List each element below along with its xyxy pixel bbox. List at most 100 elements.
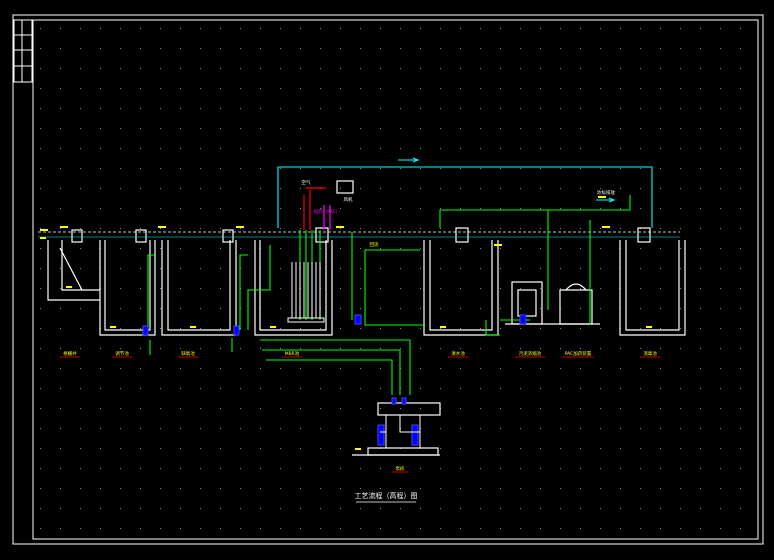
grid-dot: [400, 228, 401, 229]
grid-dot: [680, 308, 681, 309]
grid-dot: [280, 248, 281, 249]
grid-dot: [740, 408, 741, 409]
grid-dot: [660, 348, 661, 349]
grid-dot: [420, 108, 421, 109]
grid-dot: [580, 68, 581, 69]
grid-dot: [700, 48, 701, 49]
grid-dot: [260, 48, 261, 49]
grid-dot: [180, 448, 181, 449]
grid-dot: [540, 328, 541, 329]
grid-dot: [100, 88, 101, 89]
grid-dot: [60, 268, 61, 269]
grid-dot: [340, 128, 341, 129]
grid-dot: [260, 68, 261, 69]
grid-dot: [340, 208, 341, 209]
grid-dot: [320, 408, 321, 409]
grid-dot: [180, 288, 181, 289]
grid-dot: [240, 468, 241, 469]
grid-dot: [40, 528, 41, 529]
grid-dot: [60, 328, 61, 329]
grid-dot: [440, 208, 441, 209]
grid-dot: [660, 488, 661, 489]
grid-dot: [440, 128, 441, 129]
grid-dot: [220, 468, 221, 469]
grid-dot: [660, 228, 661, 229]
grid-dot: [520, 188, 521, 189]
grid-dot: [460, 68, 461, 69]
grid-dot: [240, 508, 241, 509]
grid-dot: [160, 68, 161, 69]
grid-dot: [400, 248, 401, 249]
grid-dot: [120, 488, 121, 489]
grid-dot: [380, 168, 381, 169]
grid-dot: [320, 128, 321, 129]
grid-dot: [40, 468, 41, 469]
grid-dot: [240, 148, 241, 149]
grid-dot: [360, 488, 361, 489]
grid-dot: [340, 328, 341, 329]
grid-dot: [720, 328, 721, 329]
grid-dot: [720, 428, 721, 429]
grid-dot: [660, 428, 661, 429]
grid-dot: [460, 28, 461, 29]
tank-label-text: 缺氧池: [181, 350, 195, 357]
grid-dot: [380, 488, 381, 489]
grid-dot: [220, 108, 221, 109]
grid-dot: [540, 108, 541, 109]
grid-dot: [600, 528, 601, 529]
grid-dot: [40, 288, 41, 289]
grid-dot: [660, 188, 661, 189]
grid-dot: [420, 468, 421, 469]
grid-dot: [340, 448, 341, 449]
grid-dot: [380, 528, 381, 529]
grid-dot: [560, 68, 561, 69]
grid-dot: [740, 328, 741, 329]
tank-label-text: 消毒池: [643, 350, 657, 357]
grid-dot: [100, 28, 101, 29]
grid-dot: [520, 108, 521, 109]
grid-dot: [40, 88, 41, 89]
grid-dot: [680, 368, 681, 369]
grid-dot: [740, 468, 741, 469]
grid-dot: [640, 168, 641, 169]
grid-dot: [100, 148, 101, 149]
grid-dot: [440, 448, 441, 449]
grid-dot: [200, 228, 201, 229]
grid-dot: [500, 488, 501, 489]
grid-dot: [360, 528, 361, 529]
grid-dot: [60, 148, 61, 149]
grid-dot: [580, 228, 581, 229]
grid-dot: [520, 268, 521, 269]
grid-dot: [440, 28, 441, 29]
grid-dot: [100, 408, 101, 409]
grid-dot: [500, 508, 501, 509]
grid-dot: [680, 228, 681, 229]
grid-dot: [420, 208, 421, 209]
grid-dot: [140, 508, 141, 509]
grid-dot: [200, 368, 201, 369]
grid-dot: [140, 388, 141, 389]
grid-dot: [220, 528, 221, 529]
grid-dot: [600, 448, 601, 449]
grid-dot: [700, 408, 701, 409]
grid-dot: [40, 228, 41, 229]
grid-dot: [300, 48, 301, 49]
grid-dot: [360, 168, 361, 169]
grid-dot: [220, 308, 221, 309]
grid-dot: [340, 508, 341, 509]
grid-dot: [740, 128, 741, 129]
grid-dot: [60, 288, 61, 289]
grid-dot: [380, 28, 381, 29]
grid-dot: [60, 228, 61, 229]
grid-dot: [200, 508, 201, 509]
grid-dot: [100, 48, 101, 49]
grid-dot: [60, 388, 61, 389]
grid-dot: [600, 208, 601, 209]
grid-dot: [660, 268, 661, 269]
grid-dot: [80, 48, 81, 49]
grid-dot: [500, 428, 501, 429]
grid-dot: [360, 128, 361, 129]
grid-dot: [680, 288, 681, 289]
grid-dot: [520, 388, 521, 389]
grid-dot: [280, 168, 281, 169]
